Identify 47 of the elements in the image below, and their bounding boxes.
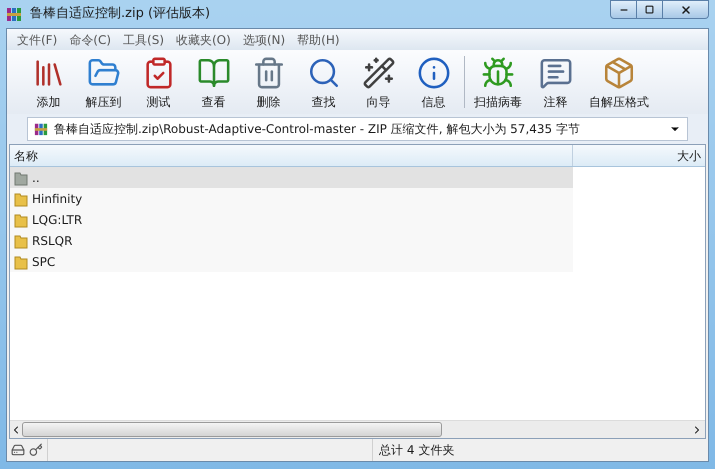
archive-app-icon (6, 6, 22, 22)
column-header[interactable]: 大小 (573, 145, 705, 166)
key-icon (29, 443, 43, 457)
folder-icon (14, 254, 28, 270)
toolbar-button[interactable]: 查看 (186, 53, 241, 111)
file-row[interactable]: Hinfinity (10, 188, 573, 209)
magic-wand-icon (362, 56, 396, 90)
menu-item[interactable]: 帮助(H) (291, 30, 346, 48)
address-field[interactable]: 鲁棒自适应控制.zip\Robust-Adaptive-Control-master - ZIP 压缩文件, 解包大小为 57,435 字节 (27, 117, 688, 141)
window-title: 鲁棒自适应控制.zip (评估版本) (30, 5, 210, 24)
file-row[interactable]: .. (10, 167, 573, 188)
parent-folder-icon (14, 170, 28, 186)
status-text: 总计 4 文件夹 (372, 439, 454, 461)
info-icon (416, 56, 450, 90)
menu-item[interactable]: 文件(F) (11, 30, 64, 48)
column-header[interactable]: 名称 (10, 145, 573, 166)
scrollbar-thumb[interactable] (22, 422, 442, 437)
note-icon (538, 56, 572, 90)
box-icon (602, 56, 636, 90)
menu-item[interactable]: 收藏夹(O) (170, 30, 237, 48)
menu-item[interactable]: 工具(S) (117, 30, 170, 48)
toolbar-button[interactable]: 信息 (406, 53, 461, 111)
menu-item[interactable]: 命令(C) (63, 30, 118, 48)
toolbar-button[interactable]: 向导 (351, 53, 406, 111)
toolbar-button[interactable]: 注释 (528, 53, 583, 111)
file-row[interactable]: LQG:LTR (10, 209, 573, 230)
folder-icon (14, 212, 28, 228)
file-row[interactable]: RSLQR (10, 230, 573, 251)
toolbar-button[interactable]: 添加 (21, 53, 76, 111)
toolbar-button[interactable]: 查找 (296, 53, 351, 111)
toolbar-button[interactable]: 自解压格式 (583, 53, 655, 111)
archive-icon (34, 122, 48, 136)
close-button[interactable] (663, 0, 709, 19)
open-book-icon (196, 56, 230, 90)
drive-icon (11, 443, 25, 457)
toolbar-button[interactable]: 扫描病毒 (468, 53, 528, 111)
toolbar-button[interactable]: 解压到 (76, 53, 131, 111)
folder-icon (14, 190, 28, 206)
maximize-icon (645, 5, 654, 14)
maximize-button[interactable] (637, 0, 663, 19)
close-icon (680, 4, 692, 16)
menu-item[interactable]: 选项(N) (236, 30, 292, 48)
file-row[interactable]: SPC (10, 251, 573, 272)
bug-icon (481, 56, 515, 90)
toolbar-button[interactable]: 删除 (241, 53, 296, 111)
toolbar-button[interactable]: 测试 (131, 53, 186, 111)
folder-icon (14, 232, 28, 248)
